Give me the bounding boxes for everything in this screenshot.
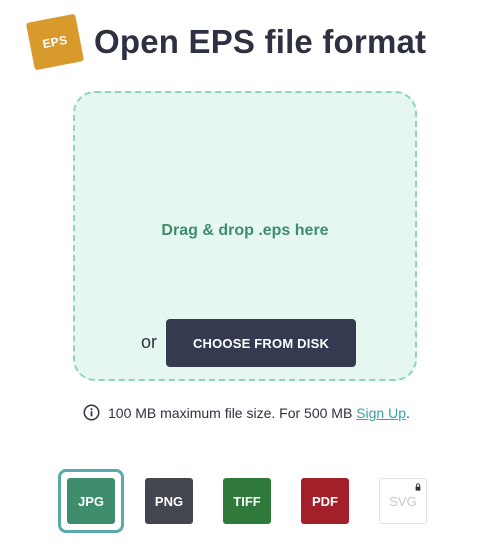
file-size-info: 100 MB maximum file size. For 500 MB Sig… bbox=[83, 402, 423, 424]
format-option-tiff-wrap: TIFF bbox=[214, 469, 280, 533]
info-end: . bbox=[406, 405, 410, 421]
format-label: SVG bbox=[389, 493, 417, 509]
file-size-text: 100 MB maximum file size. For 500 MB bbox=[108, 405, 353, 421]
eps-file-icon: EPS bbox=[25, 13, 85, 71]
format-label: TIFF bbox=[233, 493, 261, 509]
file-dropzone[interactable]: Drag & drop .eps here or CHOOSE FROM DIS… bbox=[73, 91, 417, 381]
format-option-pdf[interactable]: PDF bbox=[301, 478, 349, 524]
eps-badge-label: EPS bbox=[41, 32, 69, 52]
lock-icon bbox=[415, 483, 421, 491]
format-option-svg[interactable]: SVG bbox=[379, 478, 427, 524]
format-option-svg-wrap: SVG bbox=[370, 469, 436, 533]
format-option-jpg[interactable]: JPG bbox=[67, 478, 115, 524]
output-format-list: JPG PNG TIFF PDF SVG bbox=[58, 469, 448, 533]
format-option-png[interactable]: PNG bbox=[145, 478, 193, 524]
format-option-pdf-wrap: PDF bbox=[292, 469, 358, 533]
info-circle-icon bbox=[83, 404, 100, 421]
format-option-tiff[interactable]: TIFF bbox=[223, 478, 271, 524]
format-label: PNG bbox=[154, 493, 184, 509]
page: EPS Open EPS file format Drag & drop .ep… bbox=[0, 0, 492, 550]
choose-from-disk-button[interactable]: CHOOSE FROM DISK bbox=[166, 319, 356, 367]
format-label: JPG bbox=[77, 493, 104, 509]
format-option-jpg-wrap: JPG bbox=[58, 469, 124, 533]
dropzone-label: Drag & drop .eps here bbox=[161, 222, 329, 239]
format-option-png-wrap: PNG bbox=[136, 469, 202, 533]
page-title: Open EPS file format bbox=[94, 23, 427, 60]
sign-up-link[interactable]: Sign Up bbox=[356, 405, 406, 421]
or-separator: or bbox=[141, 332, 158, 352]
format-label: PDF bbox=[312, 493, 338, 509]
header: EPS Open EPS file format bbox=[25, 13, 427, 71]
